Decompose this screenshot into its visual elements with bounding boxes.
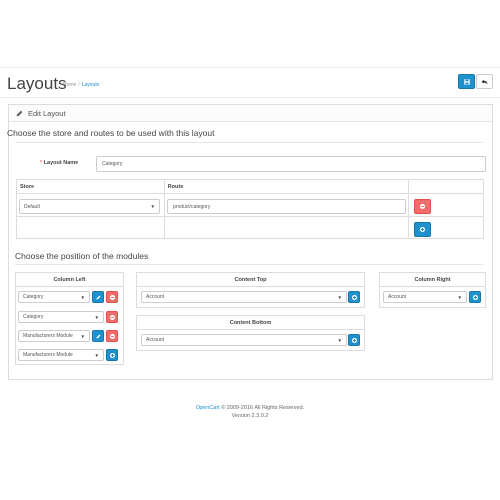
chevron-down-icon: ▼ bbox=[337, 294, 342, 300]
action-column-header bbox=[408, 179, 484, 194]
chevron-down-icon: ▼ bbox=[80, 294, 85, 300]
footer-copyright-line: OpenCart © 2009-2016 All Rights Reserved… bbox=[0, 405, 500, 413]
breadcrumb-separator: / bbox=[78, 82, 80, 88]
chevron-down-icon: ▼ bbox=[94, 314, 99, 320]
remove-module-button[interactable] bbox=[106, 311, 118, 323]
pencil-icon bbox=[96, 295, 100, 299]
opencart-link[interactable]: OpenCart bbox=[196, 405, 220, 411]
legend-divider bbox=[15, 142, 483, 143]
remove-module-button[interactable] bbox=[106, 291, 118, 303]
layout-name-input[interactable]: Category bbox=[96, 156, 486, 172]
panel-heading: Edit Layout bbox=[9, 105, 492, 122]
save-icon bbox=[463, 78, 470, 85]
add-module-button[interactable] bbox=[106, 349, 118, 361]
legend-routes: Choose the store and routes to be used w… bbox=[7, 128, 215, 138]
page-header: Layouts Home / Layouts bbox=[0, 67, 500, 98]
panel-title: Edit Layout bbox=[28, 109, 66, 118]
footer-version: Version 2.3.0.2 bbox=[231, 412, 269, 419]
chevron-down-icon: ▼ bbox=[457, 294, 462, 300]
minus-circle-icon bbox=[109, 294, 115, 300]
reply-icon bbox=[481, 79, 488, 84]
page-title: Layouts bbox=[7, 74, 67, 93]
breadcrumb-home[interactable]: Home bbox=[63, 82, 76, 88]
remove-route-button[interactable] bbox=[414, 199, 431, 214]
minus-circle-icon bbox=[420, 204, 425, 209]
minus-circle-icon bbox=[109, 333, 115, 339]
plus-circle-icon bbox=[472, 294, 478, 300]
chevron-down-icon: ▼ bbox=[337, 337, 342, 343]
route-input[interactable]: product/category bbox=[167, 199, 406, 214]
footer-copyright: © 2009-2016 All Rights Reserved. bbox=[221, 405, 305, 411]
content-bottom-title: Content Bottom bbox=[137, 316, 364, 330]
minus-circle-icon bbox=[109, 314, 115, 320]
pencil-icon bbox=[16, 110, 23, 117]
footer: OpenCart © 2009-2016 All Rights Reserved… bbox=[0, 405, 500, 420]
plus-circle-icon bbox=[351, 294, 357, 300]
remove-module-button[interactable] bbox=[106, 330, 118, 342]
breadcrumb: Home / Layouts bbox=[63, 82, 99, 88]
column-left-module-select[interactable]: Category ▼ bbox=[18, 311, 104, 323]
column-left-title: Column Left bbox=[16, 273, 123, 287]
legend-modules: Choose the position of the modules bbox=[15, 251, 149, 261]
chevron-down-icon: ▼ bbox=[80, 333, 85, 339]
save-button[interactable] bbox=[458, 74, 475, 89]
plus-circle-icon bbox=[420, 227, 425, 232]
edit-module-button[interactable] bbox=[92, 330, 104, 342]
pencil-icon bbox=[96, 334, 100, 338]
column-left-module-select[interactable]: Manufacturers Module ▼ bbox=[18, 330, 90, 342]
column-left-module-select[interactable]: Category ▼ bbox=[18, 291, 90, 303]
add-route-button[interactable] bbox=[414, 222, 431, 237]
legend-modules-divider bbox=[15, 264, 483, 265]
content-bottom-add-select[interactable]: Account ▼ bbox=[141, 334, 347, 346]
breadcrumb-layouts[interactable]: Layouts bbox=[82, 82, 100, 88]
store-column-header: Store bbox=[16, 179, 165, 194]
plus-circle-icon bbox=[109, 352, 115, 358]
route-table-header: Store Route bbox=[16, 179, 484, 194]
chevron-down-icon: ▼ bbox=[150, 204, 155, 209]
column-right-title: Column Right bbox=[380, 273, 485, 287]
add-module-button[interactable] bbox=[348, 291, 360, 303]
content-top-add-select[interactable]: Account ▼ bbox=[141, 291, 347, 303]
column-right-add-select[interactable]: Account ▼ bbox=[383, 291, 467, 303]
page: Layouts Home / Layouts Edit Layout Choose … bbox=[0, 0, 500, 500]
store-select[interactable]: Default ▼ bbox=[19, 199, 160, 214]
route-column-header: Route bbox=[163, 179, 410, 194]
add-module-button[interactable] bbox=[348, 334, 360, 346]
column-left-add-select[interactable]: Manufacturers Module ▼ bbox=[18, 349, 104, 361]
add-module-button[interactable] bbox=[469, 291, 481, 303]
chevron-down-icon: ▼ bbox=[94, 352, 99, 358]
content-top-title: Content Top bbox=[137, 273, 364, 287]
back-button[interactable] bbox=[476, 74, 493, 89]
edit-module-button[interactable] bbox=[92, 291, 104, 303]
plus-circle-icon bbox=[351, 337, 357, 343]
layout-name-label: * Layout Name bbox=[40, 160, 79, 166]
